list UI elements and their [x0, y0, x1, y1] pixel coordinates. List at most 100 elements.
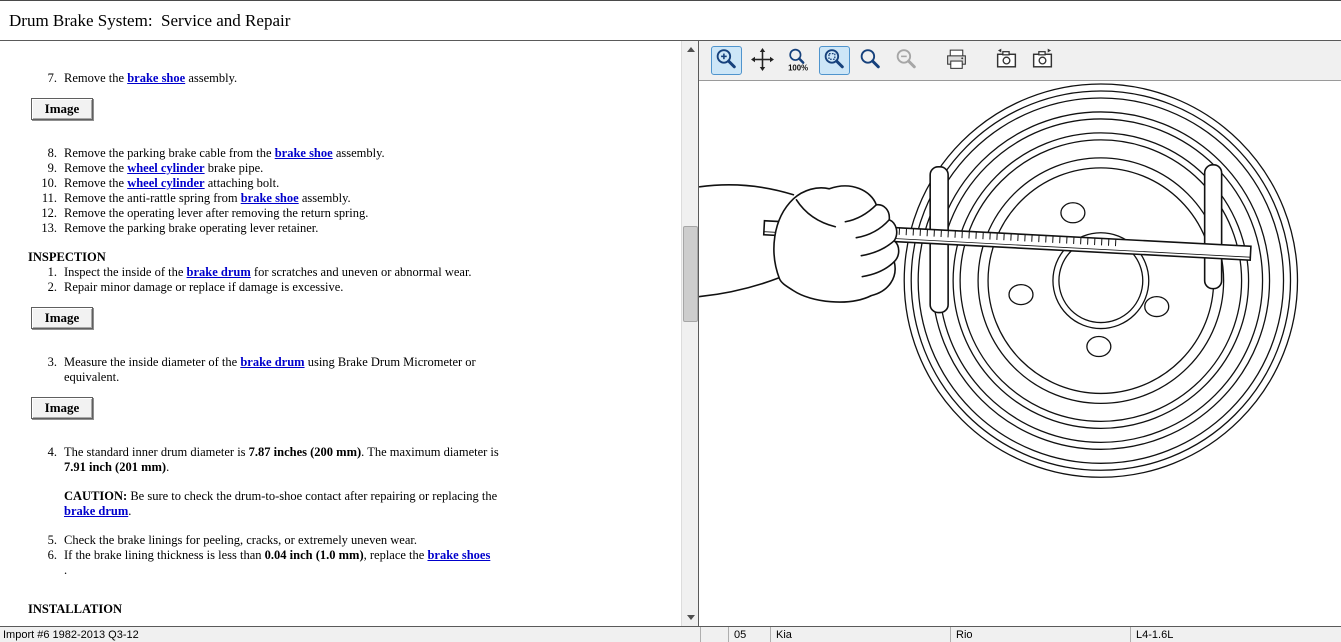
list-gap: [57, 146, 64, 161]
inline-link[interactable]: brake shoe: [127, 71, 185, 85]
plain-text: Remove the operating lever after removin…: [64, 206, 368, 220]
prev-image-button[interactable]: [991, 46, 1022, 75]
page-title: Drum Brake System: Service and Repair: [0, 1, 1341, 41]
zoom-in-button[interactable]: [711, 46, 742, 75]
plain-text: Remove the anti-rattle spring from: [64, 191, 241, 205]
list-item: 10. Remove the wheel cylinder attaching b…: [30, 176, 674, 191]
caution-paragraph: CAUTION: Be sure to check the drum-to-sh…: [30, 489, 674, 519]
plain-text: Remove the: [64, 176, 127, 190]
list-text: Remove the parking brake cable from the …: [64, 146, 385, 161]
spacer: [30, 578, 674, 602]
zoom-out-icon: [894, 47, 919, 75]
list-gap: [57, 355, 64, 385]
inline-link[interactable]: brake shoe: [275, 146, 333, 160]
plain-text: The standard inner drum diameter is: [64, 445, 249, 459]
list-number: 7.: [30, 71, 57, 86]
spacer: [30, 86, 674, 98]
plain-text: Inspect the inside of the: [64, 265, 187, 279]
list-item: 2.Repair minor damage or replace if dama…: [30, 280, 674, 295]
prev-image-icon: [994, 47, 1019, 75]
print-icon: [944, 47, 969, 75]
inline-link[interactable]: brake shoes: [427, 548, 490, 562]
plain-text: If the brake lining thickness is less th…: [64, 548, 265, 562]
list-text: The standard inner drum diameter is 7.87…: [64, 445, 512, 475]
plain-text: Remove the parking brake cable from the: [64, 146, 275, 160]
image-button[interactable]: Image: [31, 98, 93, 120]
inline-link[interactable]: brake drum: [187, 265, 251, 279]
list-text: Remove the wheel cylinder brake pipe.: [64, 161, 263, 176]
list-number: 10.: [30, 176, 57, 191]
list-number: 12.: [30, 206, 57, 221]
section-heading: INSTALLATION: [28, 602, 674, 617]
plain-text: .: [64, 563, 67, 577]
list-gap: [57, 176, 64, 191]
list-text: Remove the anti-rattle spring from brake…: [64, 191, 351, 206]
list-number: 9.: [30, 161, 57, 176]
plain-text: . The maximum diameter is: [361, 445, 499, 459]
spacer: [30, 236, 674, 250]
spacer: [30, 519, 674, 533]
zoom-window-button[interactable]: [819, 46, 850, 75]
list-number: 3.: [30, 355, 57, 385]
list-text: CAUTION: Be sure to check the drum-to-sh…: [64, 489, 512, 519]
vertical-scrollbar[interactable]: [681, 41, 698, 626]
status-model: Rio: [950, 627, 1130, 642]
list-text: If the brake lining thickness is less th…: [64, 548, 490, 578]
list-gap: [57, 533, 64, 548]
document-panel: 7. Remove the brake shoe assembly. Image 8.…: [0, 41, 699, 626]
plain-text: assembly.: [333, 146, 385, 160]
plain-text: Be sure to check the drum-to-shoe contac…: [127, 489, 497, 503]
list-item: 12. Remove the operating lever after remo…: [30, 206, 674, 221]
spacer: [30, 385, 674, 397]
zoom-100-button[interactable]: 100%: [783, 46, 814, 75]
scroll-down-button[interactable]: [682, 609, 699, 626]
spacer: [30, 419, 674, 445]
brake-drum-illustration: [699, 81, 1341, 626]
zoom-out-button: [891, 46, 922, 75]
inline-link[interactable]: brake shoe: [241, 191, 299, 205]
bold-text: 7.91 inch (201 mm): [64, 460, 166, 474]
image-viewport[interactable]: [699, 81, 1341, 626]
spacer: [30, 329, 674, 355]
scrollbar-thumb[interactable]: [683, 226, 698, 322]
list-text: Repair minor damage or replace if damage…: [64, 280, 343, 295]
bold-text: 0.04 inch (1.0 mm): [265, 548, 364, 562]
zoom-window-icon: [822, 47, 847, 75]
list-item: 9. Remove the wheel cylinder brake pipe.: [30, 161, 674, 176]
inline-link[interactable]: wheel cylinder: [127, 176, 204, 190]
list-item: 8.Remove the parking brake cable from th…: [30, 146, 674, 161]
bold-text: 7.87 inches (200 mm): [249, 445, 362, 459]
svg-text:100%: 100%: [788, 63, 808, 72]
pan-button[interactable]: [747, 46, 778, 75]
list-number: 1.: [30, 265, 57, 280]
inline-link[interactable]: brake drum: [64, 504, 128, 518]
list-text: Remove the wheel cylinder attaching bolt…: [64, 176, 279, 191]
list-text: Remove the operating lever after removin…: [64, 206, 368, 221]
image-button[interactable]: Image: [31, 307, 93, 329]
arrow-down-icon: [687, 615, 695, 620]
zoom-100-icon: 100%: [786, 47, 811, 75]
inline-link[interactable]: brake drum: [240, 355, 304, 369]
list-text: Remove the brake shoe assembly.: [64, 71, 237, 86]
list-gap: [57, 221, 64, 236]
list-text: Inspect the inside of the brake drum for…: [64, 265, 472, 280]
main-area: 7. Remove the brake shoe assembly. Image 8.…: [0, 41, 1341, 626]
list-text: Check the brake linings for peeling, cra…: [64, 533, 417, 548]
spacer: [30, 295, 674, 307]
plain-text: .: [166, 460, 169, 474]
zoom-in-icon: [714, 47, 739, 75]
pan-icon: [750, 47, 775, 75]
image-button[interactable]: Image: [31, 397, 93, 419]
scroll-up-button[interactable]: [682, 41, 699, 58]
list-gap: [57, 265, 64, 280]
plain-text: Check the brake linings for peeling, cra…: [64, 533, 417, 547]
status-bar: Import #6 1982-2013 Q3-12 05 Kia Rio L4-…: [0, 626, 1341, 642]
plain-text: Measure the inside diameter of the: [64, 355, 240, 369]
next-image-icon: [1030, 47, 1055, 75]
zoom-area-button[interactable]: [855, 46, 886, 75]
document-content: 7. Remove the brake shoe assembly. Image 8.…: [0, 41, 698, 617]
inline-link[interactable]: wheel cylinder: [127, 161, 204, 175]
next-image-button[interactable]: [1027, 46, 1058, 75]
print-button[interactable]: [941, 46, 972, 75]
status-make: Kia: [770, 627, 950, 642]
